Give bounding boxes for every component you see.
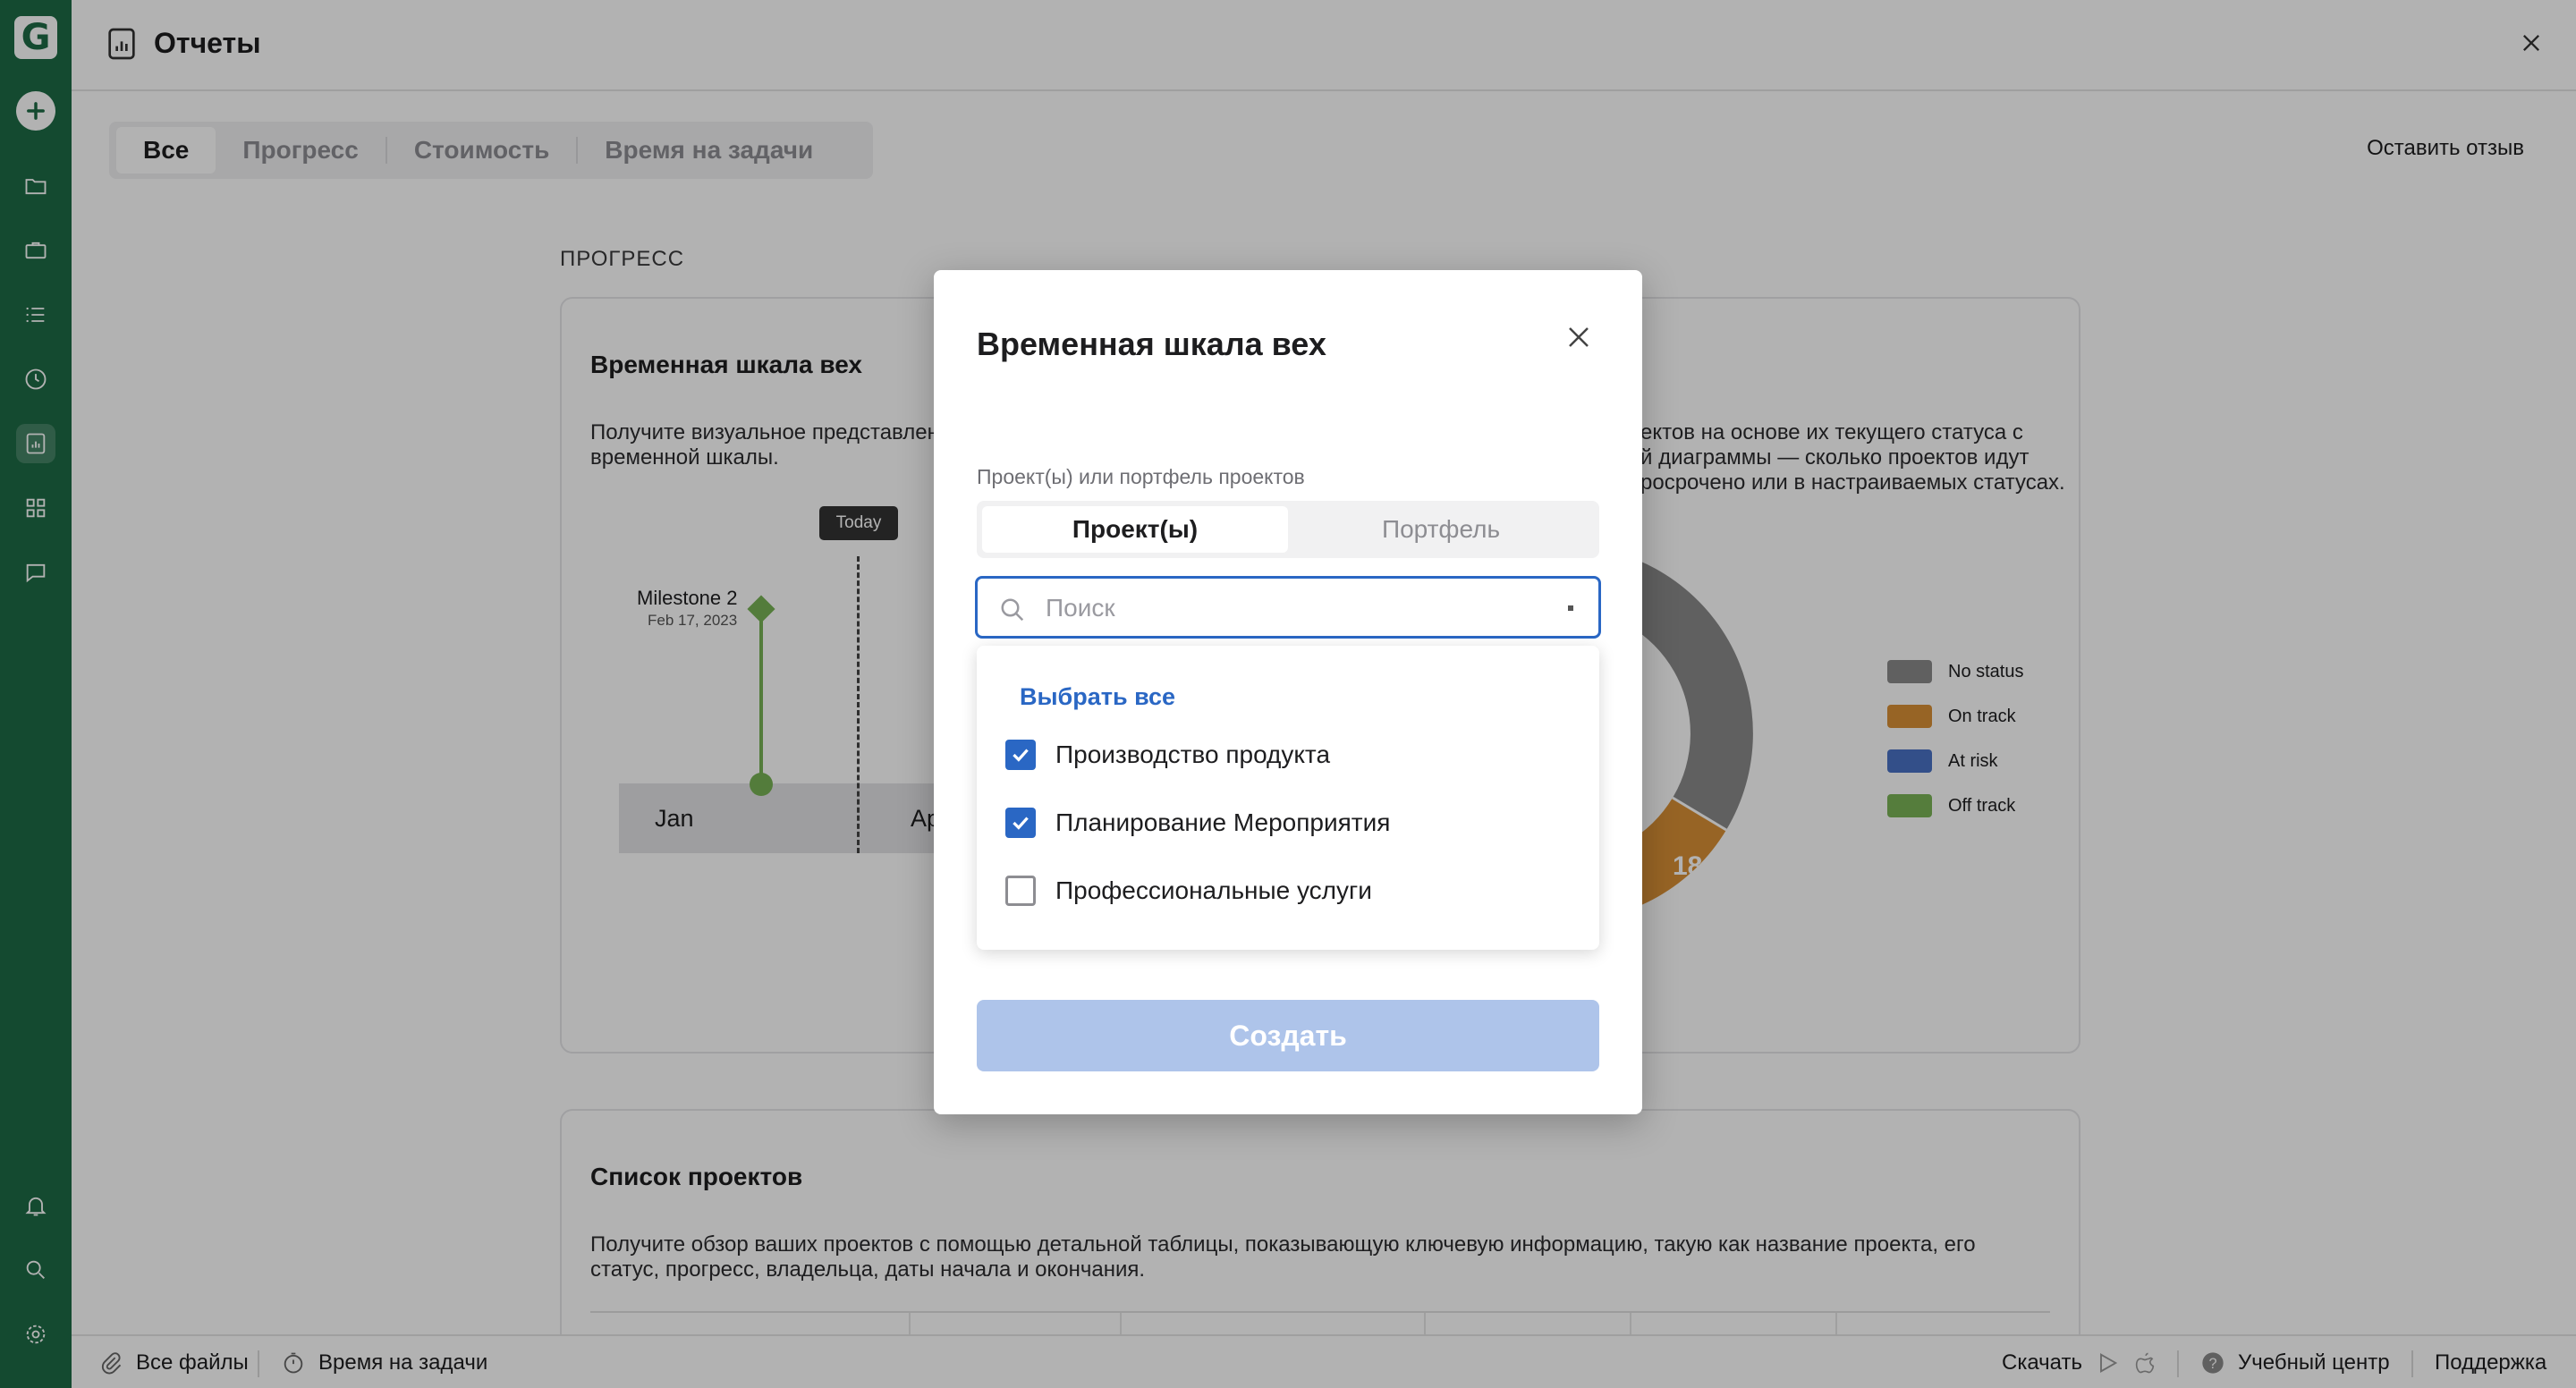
field-label: Проект(ы) или портфель проектов (977, 465, 1305, 488)
text-cursor-icon (1568, 605, 1573, 611)
project-search-field[interactable] (975, 576, 1601, 639)
option-label: Производство продукта (1055, 741, 1331, 768)
milestone-timeline-dialog: Временная шкала вех Проект(ы) или портфе… (934, 270, 1642, 1114)
search-input[interactable] (1046, 589, 1546, 627)
project-option[interactable]: Профессиональные услуги (1005, 873, 1372, 909)
project-dropdown: Выбрать все Производство продукта Планир… (977, 646, 1599, 950)
option-label: Планирование Мероприятия (1055, 808, 1391, 836)
select-all-link[interactable]: Выбрать все (1020, 683, 1175, 711)
checkbox-checked[interactable] (1005, 808, 1036, 838)
checkmark-icon (1013, 817, 1029, 830)
search-icon (1001, 598, 1024, 622)
project-option[interactable]: Производство продукта (1005, 737, 1330, 773)
option-label: Профессиональные услуги (1055, 876, 1372, 904)
checkbox-checked[interactable] (1005, 740, 1036, 770)
project-option[interactable]: Планирование Мероприятия (1005, 805, 1390, 841)
toggle-portfolio[interactable]: Портфель (1288, 506, 1594, 553)
project-type-toggle: Проект(ы) Портфель (977, 501, 1599, 558)
dialog-title: Временная шкала вех (977, 326, 1326, 362)
close-icon[interactable] (1565, 324, 1592, 351)
checkbox-unchecked[interactable] (1005, 876, 1036, 906)
create-button[interactable]: Создать (977, 1000, 1599, 1071)
checkmark-icon (1013, 749, 1029, 762)
toggle-projects[interactable]: Проект(ы) (982, 506, 1288, 553)
